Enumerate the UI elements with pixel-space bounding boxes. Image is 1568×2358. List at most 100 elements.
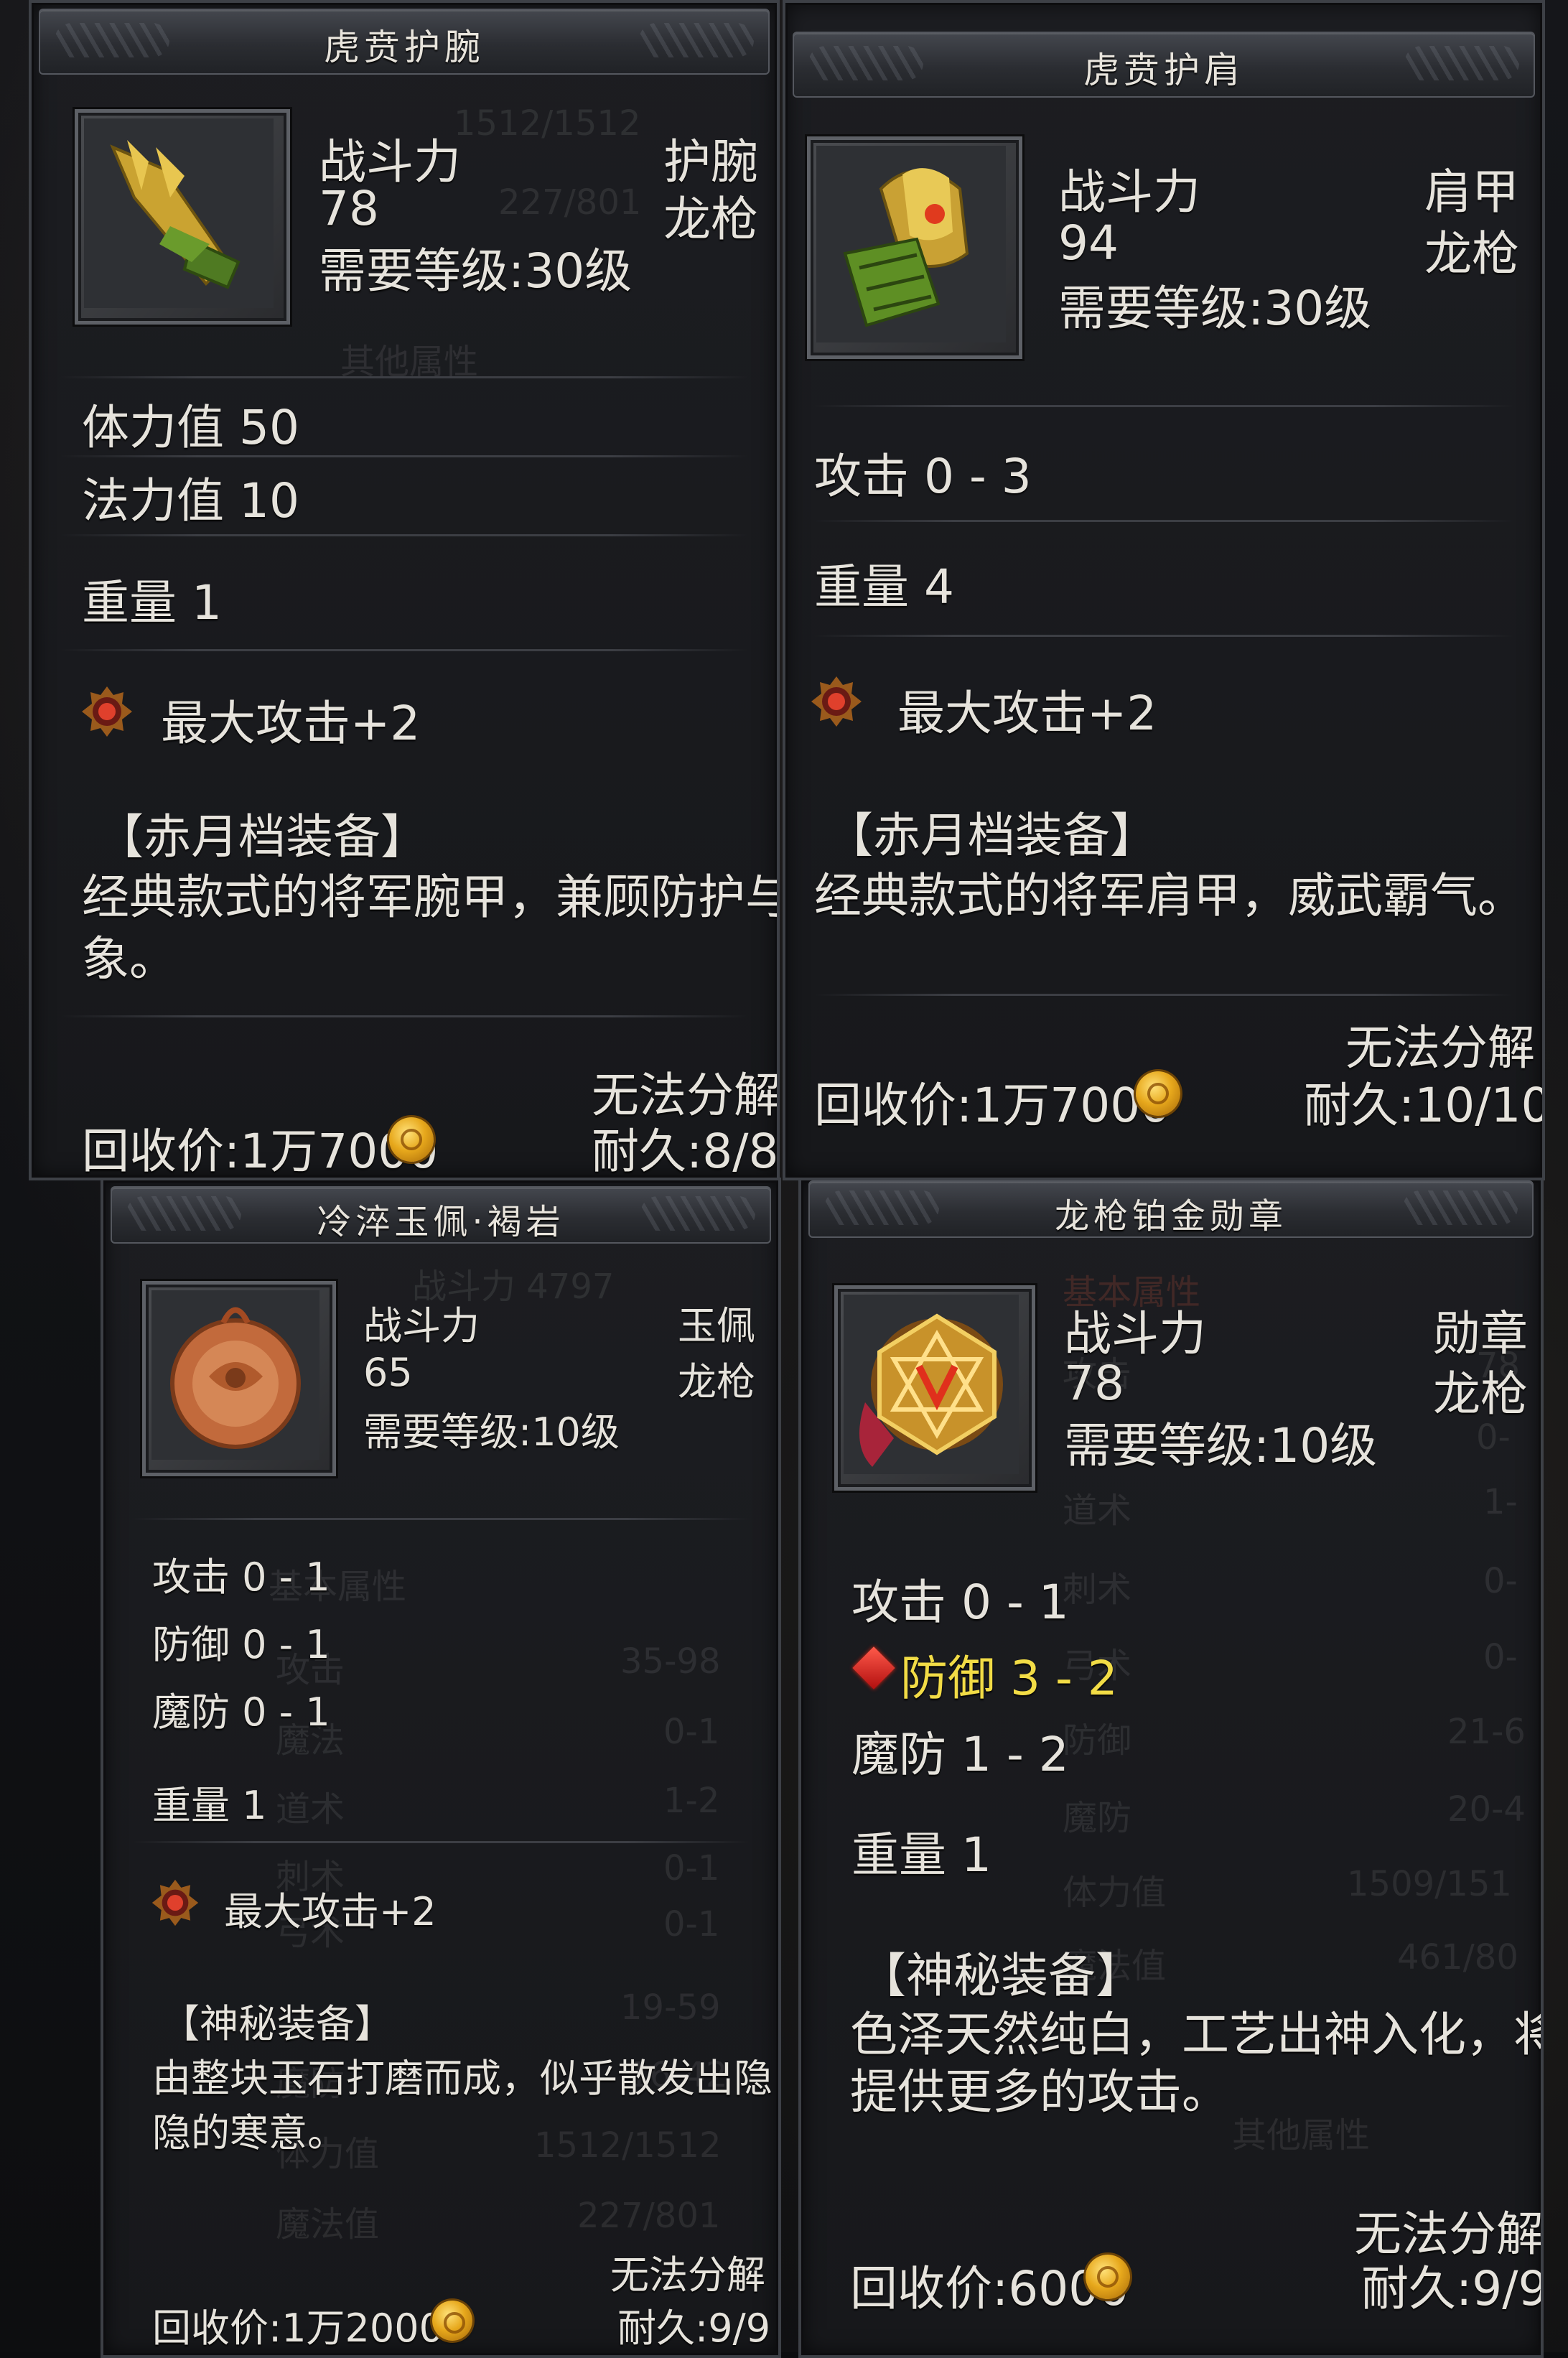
item-title: 龙枪铂金勋章 <box>1054 1196 1287 1236</box>
item-title: 冷淬玉佩·褐岩 <box>317 1202 565 1242</box>
ghost-text: 0-1 <box>663 1848 720 1888</box>
title-bar: 虎贲护肩 <box>793 32 1535 98</box>
ruby-gem-icon <box>852 1646 895 1690</box>
jade-pendant-icon <box>151 1290 319 1460</box>
item-slot-type: 肩甲 <box>1424 164 1519 220</box>
item-icon-slot[interactable] <box>142 1281 336 1476</box>
medal-icon <box>844 1295 1019 1474</box>
gold-coin-icon <box>1136 1071 1180 1116</box>
item-slot-type: 勋章 <box>1433 1306 1528 1361</box>
stat-line: 重量 1 <box>152 1783 267 1828</box>
ghost-text: 道术 <box>1063 1491 1132 1531</box>
level-requirement: 需要等级:30级 <box>1058 281 1372 336</box>
item-icon-slot[interactable] <box>834 1285 1035 1491</box>
gem-socket-icon <box>151 1879 199 1926</box>
set-tag: 【赤月档装备】 <box>96 809 428 865</box>
ghost-text: 0-1 <box>663 1904 720 1944</box>
divider <box>814 635 1513 637</box>
divider <box>60 455 748 457</box>
durability: 耐久:10/10 <box>1304 1078 1545 1133</box>
power-value: 78 <box>1064 1356 1124 1411</box>
ghost-text: 20-4 <box>1447 1789 1526 1830</box>
pauldron-icon <box>816 146 1006 342</box>
item-class: 龙枪 <box>678 1359 755 1404</box>
wristguard-icon <box>84 118 274 308</box>
durability: 耐久:9/9 <box>1361 2261 1544 2316</box>
divider <box>132 1841 750 1843</box>
bonus-effect: 最大攻击+2 <box>897 686 1157 741</box>
description-line: 经典款式的将军腕甲，兼顾防护与形 <box>82 870 780 925</box>
ghost-text: 19-59 <box>620 1987 721 2028</box>
set-tag: 【神秘装备】 <box>161 2001 393 2046</box>
stat-line: 攻击 0 - 3 <box>814 449 1032 504</box>
gold-coin-icon <box>432 2301 472 2341</box>
ghost-text: 1- <box>1483 1482 1518 1522</box>
stat-line: 重量 1 <box>82 575 222 630</box>
ghost-text: 魔法值 <box>276 2204 380 2245</box>
stat-line: 攻击 0 - 1 <box>851 1575 1069 1630</box>
ghost-text: 刺术 <box>1063 1570 1132 1610</box>
ghost-text: 1509/151 <box>1347 1864 1512 1904</box>
item-class: 龙枪 <box>1433 1366 1528 1422</box>
durability: 耐久:8/8 <box>592 1124 779 1179</box>
divider <box>814 994 1513 996</box>
item-class: 龙枪 <box>1424 226 1519 281</box>
divider <box>60 534 748 536</box>
stat-line: 防御 0 - 1 <box>152 1622 330 1667</box>
durability: 耐久:9/9 <box>617 2306 771 2351</box>
ghost-text: 227/801 <box>498 182 642 223</box>
gold-coin-icon <box>1086 2255 1130 2299</box>
ghost-text: 道术 <box>276 1789 345 1830</box>
gem-socket-icon <box>811 676 862 727</box>
recycle-price: 回收价:1万7000 <box>82 1124 439 1179</box>
ghost-text: 0- <box>1483 1561 1518 1601</box>
gold-coin-icon <box>389 1117 434 1162</box>
power-value: 78 <box>319 181 379 236</box>
item-tooltip-pauldron: 虎贲护肩 战斗力 94 需要等级:30级 肩甲 龙枪 攻击 0 - 3 重量 4… <box>783 0 1545 1180</box>
stat-line: 体力值 50 <box>82 400 299 455</box>
stat-line: 法力值 10 <box>82 473 299 528</box>
ghost-text: 其他属性 <box>1232 2115 1371 2156</box>
stat-line: 魔防 0 - 1 <box>152 1690 330 1735</box>
ghost-text: 防御 <box>1063 1720 1132 1761</box>
ghost-text: 21-6 <box>1447 1712 1526 1752</box>
title-bar: 龙枪铂金勋章 <box>808 1180 1534 1238</box>
level-requirement: 需要等级:30级 <box>319 243 633 299</box>
power-label: 战斗力 <box>1064 1306 1206 1361</box>
stat-line: 魔防 1 - 2 <box>851 1727 1069 1782</box>
stat-line: 攻击 0 - 1 <box>152 1555 330 1600</box>
divider <box>814 520 1513 522</box>
ghost-text: 0-1 <box>663 1712 720 1752</box>
divider <box>814 405 1513 407</box>
stat-line-enhanced: 防御 3 - 2 <box>900 1651 1118 1706</box>
gem-socket-icon <box>82 686 132 737</box>
description-line: 提供更多的攻击。 <box>850 2064 1229 2120</box>
divider <box>60 649 748 651</box>
item-slot-type: 玉佩 <box>678 1303 755 1348</box>
recycle-price: 回收价:1万2000 <box>152 2306 444 2351</box>
title-bar: 冷淬玉佩·褐岩 <box>111 1186 771 1244</box>
recycle-price: 回收价:1万7000 <box>814 1078 1171 1133</box>
item-icon-slot[interactable] <box>807 136 1022 359</box>
item-tooltip-wristguard: 1512/1512 227/801 其他属性 虎贲护腕 战斗力 78 需要等级:… <box>29 0 780 1180</box>
no-decompose-label: 无法分解 <box>610 2252 765 2298</box>
item-tooltip-jade-pendant: 战斗力 4797 基本属性 攻击 35-98 魔法 0-1 道术 1-2 刺术 … <box>101 1178 781 2358</box>
item-icon-slot[interactable] <box>75 109 290 325</box>
item-class: 龙枪 <box>663 192 758 247</box>
divider <box>132 1518 750 1520</box>
item-tooltip-medal: 基本属性 攻击 78 0- 道术 1- 刺术 0- 弓术 0- 防御 21-6 … <box>798 1178 1544 2358</box>
item-title: 虎贲护腕 <box>324 27 485 68</box>
ghost-text: 魔防 <box>1063 1798 1132 1838</box>
divider <box>60 1015 748 1017</box>
bonus-effect: 最大攻击+2 <box>224 1889 437 1934</box>
level-requirement: 需要等级:10级 <box>1064 1418 1378 1473</box>
ghost-text: 1-2 <box>663 1781 720 1821</box>
ghost-text: 体力值 <box>1063 1873 1167 1913</box>
power-value: 94 <box>1058 215 1119 271</box>
ghost-text: 0- <box>1483 1637 1518 1677</box>
description-line: 象。 <box>82 931 177 987</box>
description-line: 经典款式的将军肩甲，威武霸气。 <box>814 868 1525 923</box>
ghost-text: 461/80 <box>1397 1937 1518 1977</box>
ghost-text: 35-98 <box>620 1641 721 1682</box>
stat-line: 重量 1 <box>851 1827 991 1883</box>
